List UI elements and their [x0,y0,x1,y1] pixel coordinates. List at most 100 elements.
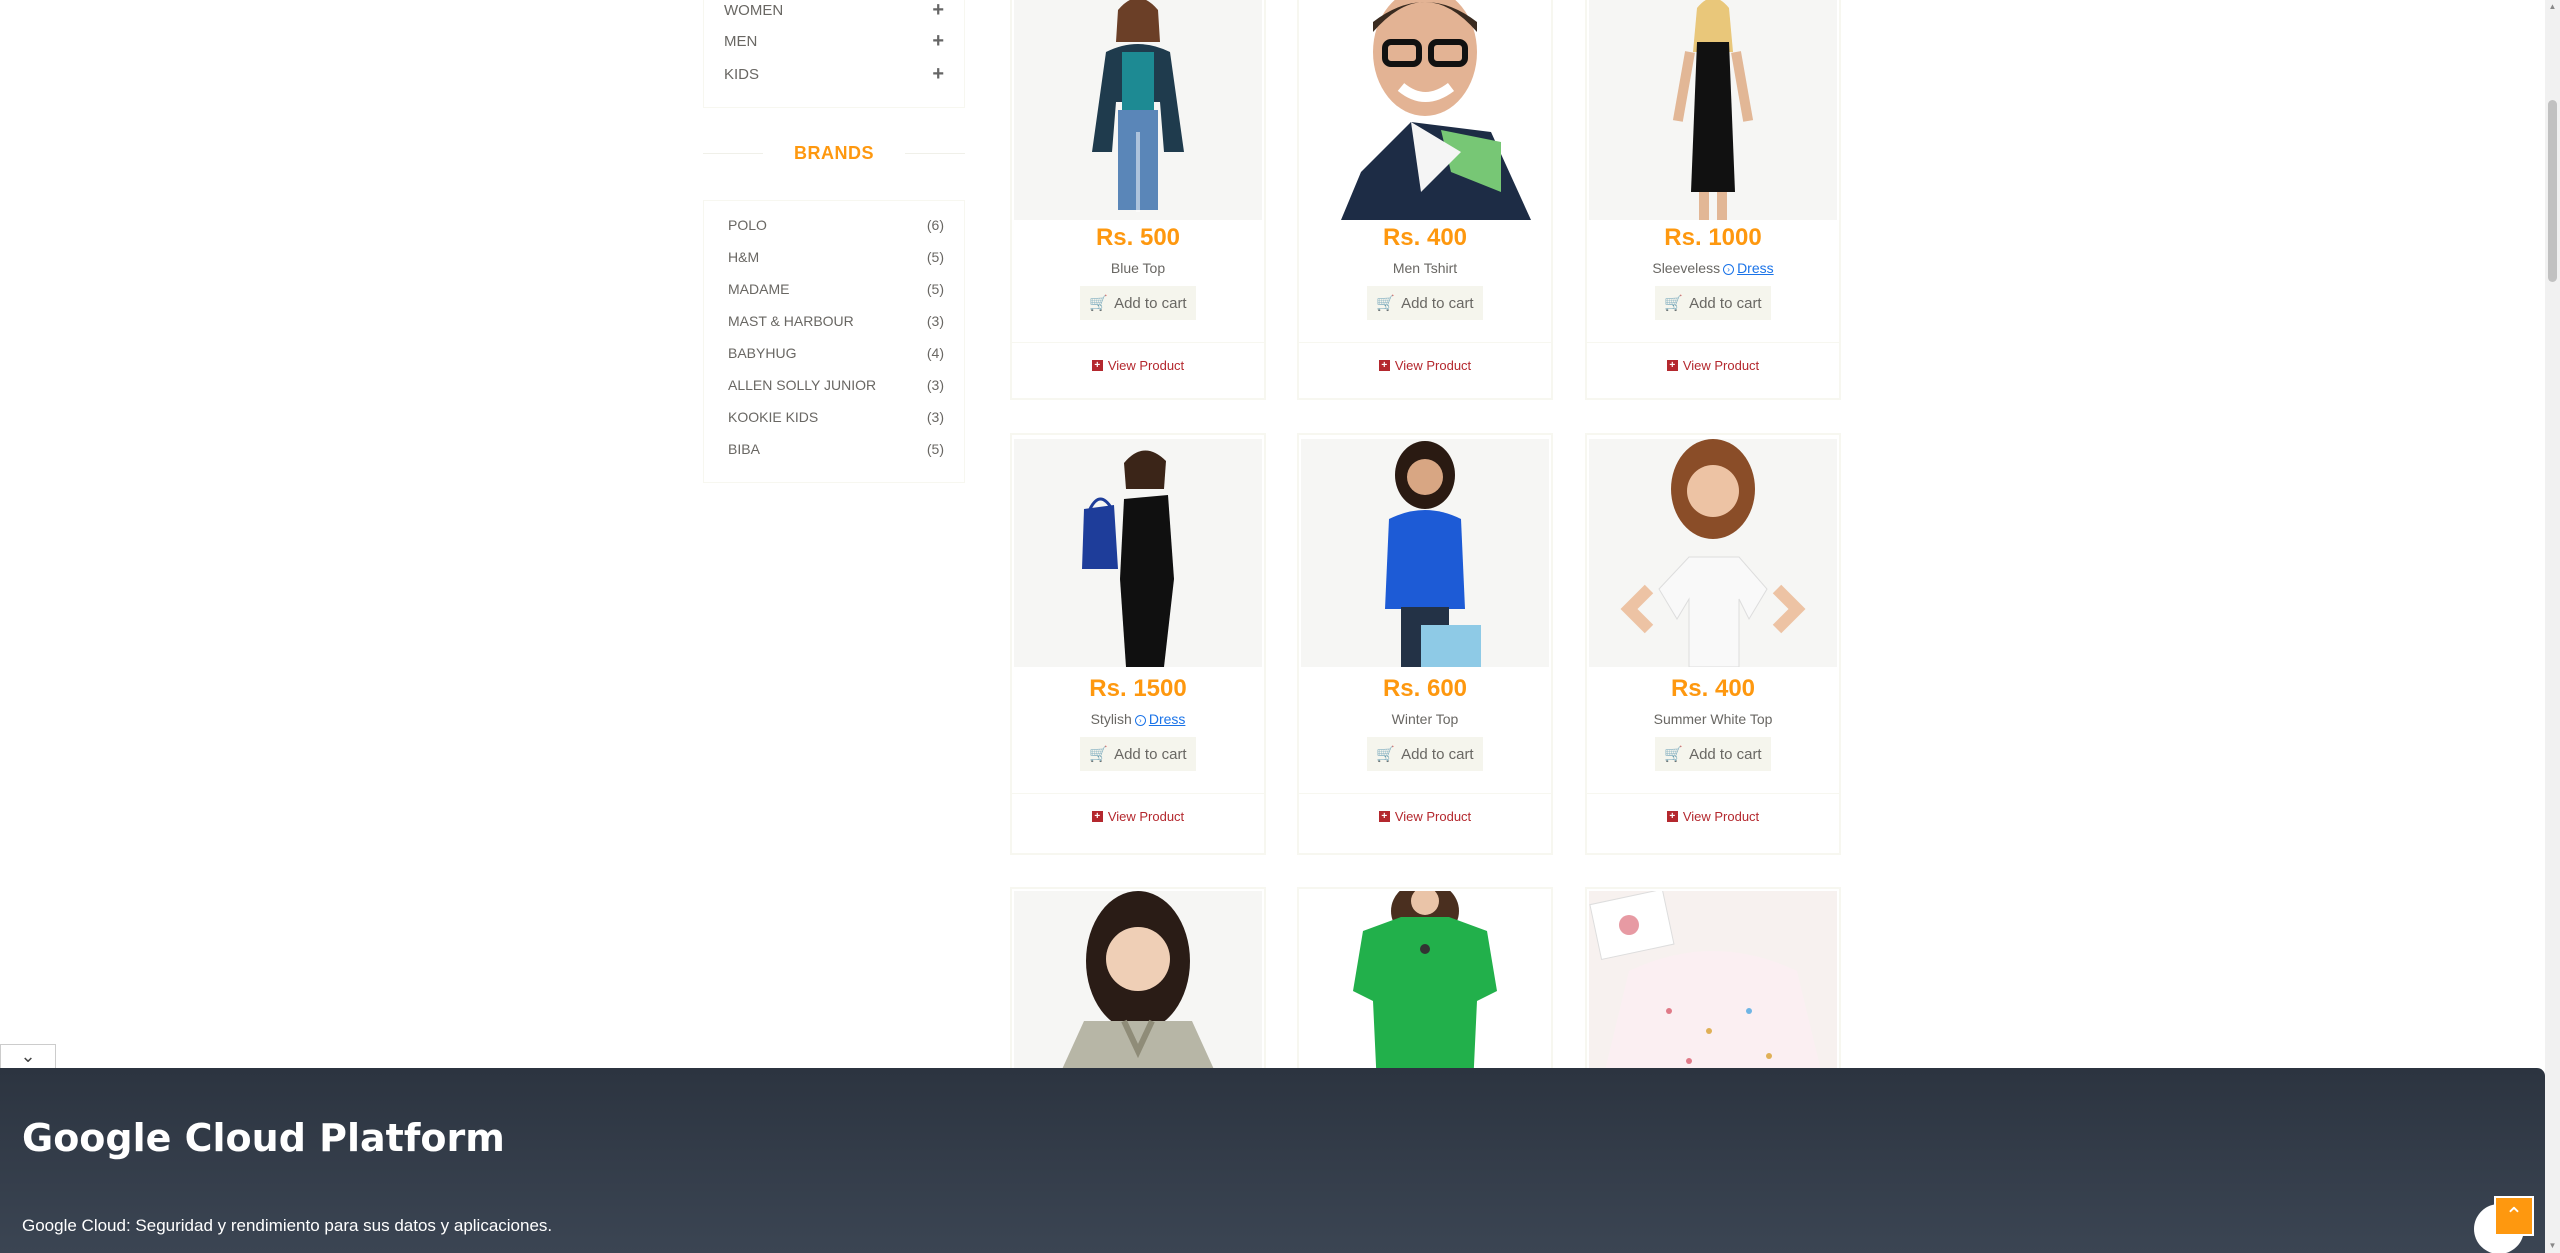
add-to-cart-button[interactable]: 🛒 Add to cart [1655,737,1771,771]
brand-count: (4) [926,345,944,361]
brand-name[interactable]: BABYHUG [728,345,796,361]
category-label: MEN [724,32,758,50]
category-panel: WOMEN + MEN + KIDS + [703,0,965,108]
category-women[interactable]: WOMEN + [724,0,944,25]
ad-title[interactable]: Google Cloud Platform [22,1116,505,1160]
brand-item[interactable]: H&M (5) [728,245,944,269]
card-divider [1012,342,1264,343]
brands-title-text: BRANDS [793,143,874,163]
card-divider [1587,793,1839,794]
brand-item[interactable]: ALLEN SOLLY JUNIOR (3) [728,373,944,397]
product-image[interactable] [1589,0,1837,220]
product-name-text: Sleeveless [1652,260,1721,276]
brand-item[interactable]: MADAME (5) [728,277,944,301]
brand-item[interactable]: MAST & HARBOUR (3) [728,309,944,333]
brand-name[interactable]: H&M [728,249,759,265]
cart-icon: 🛒 [1664,746,1684,763]
ad-subtitle[interactable]: Google Cloud: Seguridad y rendimiento pa… [22,1216,552,1236]
man-tshirt-figure [1341,0,1531,220]
scroll-up-arrow-icon[interactable]: ▲ [2548,2,2557,12]
view-product-label: View Product [1394,809,1472,824]
vertical-scrollbar[interactable]: ▲ ▼ [2545,0,2560,1253]
add-to-cart-label: Add to cart [1114,745,1187,763]
add-to-cart-label: Add to cart [1689,294,1762,312]
product-image[interactable] [1014,891,1262,1085]
plus-icon[interactable]: + [932,63,944,86]
product-card [1297,887,1553,1087]
add-to-cart-button[interactable]: 🛒 Add to cart [1367,737,1483,771]
woman-stylish-dress-figure [1082,450,1174,667]
product-card: Rs. 1500 Stylish › Dress 🛒 Add to cart + Vie… [1010,433,1266,855]
view-product-link[interactable]: + View Product [1012,358,1264,373]
view-product-link[interactable]: + View Product [1587,358,1839,373]
page: WOMEN + MEN + KIDS + BRANDS POLO (6) H&M (… [0,0,2560,1253]
ad-choices-icon[interactable]: › [1723,263,1735,275]
product-image[interactable] [1301,439,1549,667]
dress-link[interactable]: Dress [1149,711,1186,727]
product-image[interactable] [1014,0,1262,220]
chevron-up-icon: ⌃ [2504,1203,2524,1228]
product-card [1585,887,1841,1087]
brand-count: (5) [926,441,944,457]
product-name: Summer White Top [1587,711,1839,727]
add-to-cart-button[interactable]: 🛒 Add to cart [1080,737,1196,771]
add-to-cart-label: Add to cart [1401,745,1474,763]
brand-item[interactable]: POLO (6) [728,213,944,237]
product-price: Rs. 400 [1670,675,1756,702]
brand-name[interactable]: BIBA [728,441,760,457]
ad-collapse-button[interactable]: ⌄ [0,1044,56,1068]
brand-name[interactable]: MADAME [728,281,789,297]
add-to-cart-button[interactable]: 🛒 Add to cart [1080,286,1196,320]
view-product-link[interactable]: + View Product [1299,809,1551,824]
category-kids[interactable]: KIDS + [724,59,944,89]
brand-name[interactable]: KOOKIE KIDS [728,409,818,425]
view-product-link[interactable]: + View Product [1299,358,1551,373]
plus-square-icon: + [1378,811,1390,822]
brands-panel: POLO (6) H&M (5) MADAME (5) MAST & HARBOUR (… [703,200,965,483]
plus-icon[interactable]: + [932,0,944,22]
product-image[interactable] [1014,439,1262,667]
scroll-down-arrow-icon[interactable]: ▼ [2548,1241,2557,1251]
brand-name[interactable]: MAST & HARBOUR [728,313,854,329]
product-image[interactable] [1301,891,1549,1085]
brand-item[interactable]: BIBA (5) [728,437,944,461]
product-card: Rs. 400 Summer White Top 🛒 Add to cart + V… [1585,433,1841,855]
product-name: Blue Top [1012,260,1264,276]
product-image[interactable] [1589,891,1837,1085]
brand-name[interactable]: ALLEN SOLLY JUNIOR [728,377,876,393]
product-price: Rs. 500 [1095,224,1181,251]
heading-divider [703,153,763,154]
view-product-link[interactable]: + View Product [1012,809,1264,824]
add-to-cart-button[interactable]: 🛒 Add to cart [1367,286,1483,320]
ad-banner[interactable]: Google Cloud Platform Google Cloud: Segu… [0,1068,2545,1253]
view-product-label: View Product [1107,809,1185,824]
cart-icon: 🛒 [1376,295,1396,312]
scroll-to-top-button[interactable]: ⌃ [2494,1196,2534,1236]
ad-choices-icon[interactable]: › [1134,714,1146,726]
woman-blue-top-figure [1092,0,1184,212]
brand-item[interactable]: KOOKIE KIDS (3) [728,405,944,429]
brand-item[interactable]: BABYHUG (4) [728,341,944,365]
product-name-text: Stylish [1090,711,1132,727]
product-image[interactable] [1589,439,1837,667]
card-divider [1299,342,1551,343]
product-price: Rs. 400 [1382,224,1468,251]
plus-icon[interactable]: + [932,30,944,53]
kids-frock-figure [1589,891,1825,1085]
add-to-cart-button[interactable]: 🛒 Add to cart [1655,286,1771,320]
view-product-link[interactable]: + View Product [1587,809,1839,824]
brand-count: (3) [926,409,944,425]
product-name: Winter Top [1299,711,1551,727]
product-card: Rs. 500 Blue Top 🛒 Add to cart + View Prod… [1010,0,1266,400]
dress-link[interactable]: Dress [1737,260,1774,276]
cart-icon: 🛒 [1089,746,1109,763]
product-name: Men Tshirt [1299,260,1551,276]
category-men[interactable]: MEN + [724,26,944,56]
chevron-down-icon: ⌄ [20,1046,36,1066]
scroll-thumb[interactable] [2548,100,2557,282]
plus-square-icon: + [1666,811,1678,822]
card-divider [1012,793,1264,794]
brand-name[interactable]: POLO [728,217,767,233]
product-image[interactable] [1301,0,1549,220]
product-card [1010,887,1266,1087]
